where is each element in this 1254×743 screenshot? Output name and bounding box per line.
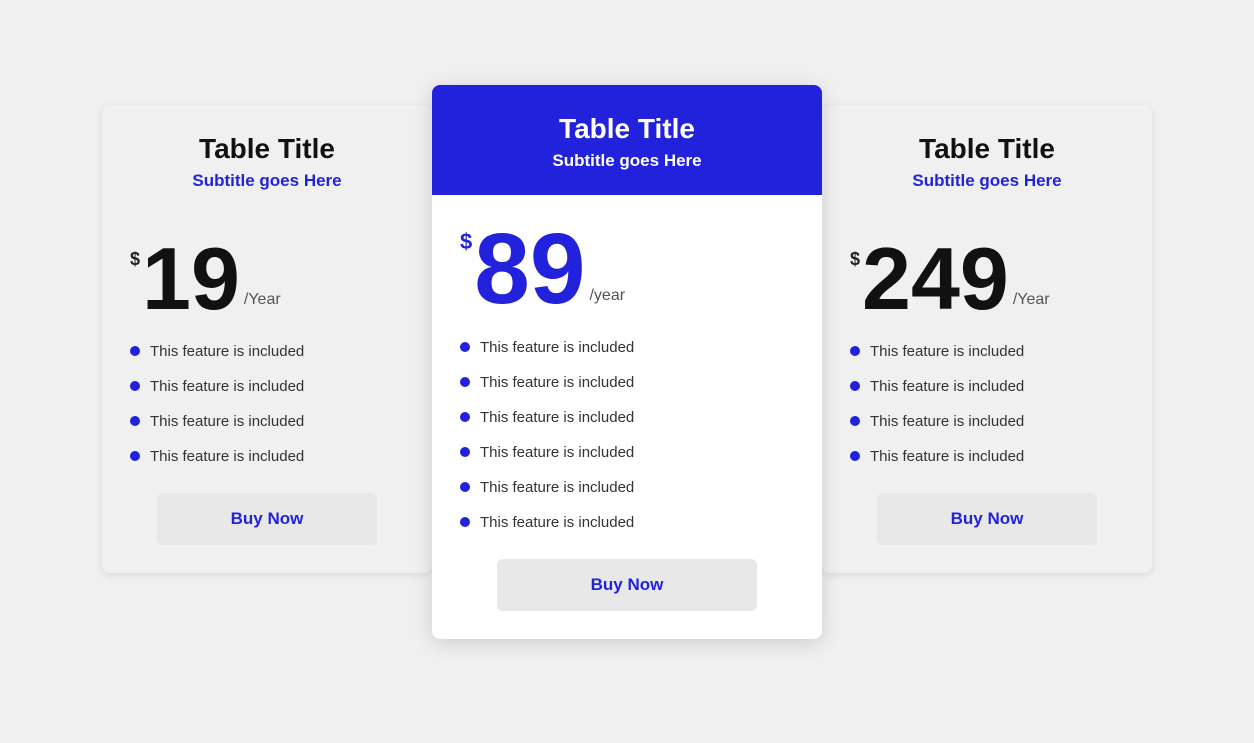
buy-button-enterprise[interactable]: Buy Now	[877, 493, 1097, 545]
card-body-basic: $19/YearThis feature is includedThis fea…	[102, 211, 432, 573]
card-header-featured: Table Title Subtitle goes Here	[432, 85, 822, 195]
pricing-card-featured: Table Title Subtitle goes Here $89/year Thi…	[432, 85, 822, 639]
list-item: This feature is included	[850, 378, 1124, 395]
card-body-enterprise: $249/YearThis feature is includedThis fe…	[822, 211, 1152, 573]
price-period-basic: /Year	[244, 291, 281, 309]
price-section-featured: $89/year	[460, 219, 794, 319]
currency-symbol-featured: $	[460, 229, 472, 255]
buy-button-featured[interactable]: Buy Now	[497, 559, 757, 611]
feature-dot-icon	[850, 451, 860, 461]
feature-text: This feature is included	[480, 339, 634, 356]
list-item: This feature is included	[130, 413, 404, 430]
list-item: This feature is included	[850, 413, 1124, 430]
list-item: This feature is included	[850, 343, 1124, 360]
card-subtitle-featured: Subtitle goes Here	[452, 151, 802, 171]
price-section-basic: $19/Year	[130, 235, 404, 323]
currency-symbol-enterprise: $	[850, 249, 860, 270]
feature-text: This feature is included	[870, 448, 1024, 465]
pricing-card-enterprise: Table Title Subtitle goes Here $249/Year Th…	[822, 105, 1152, 573]
feature-dot-icon	[460, 377, 470, 387]
card-body-featured: $89/yearThis feature is includedThis fea…	[432, 195, 822, 639]
list-item: This feature is included	[460, 514, 794, 531]
feature-text: This feature is included	[480, 479, 634, 496]
list-item: This feature is included	[460, 339, 794, 356]
buy-button-basic[interactable]: Buy Now	[157, 493, 377, 545]
price-period-featured: /year	[589, 287, 625, 305]
feature-text: This feature is included	[870, 413, 1024, 430]
features-list-enterprise: This feature is included This feature is …	[850, 343, 1124, 465]
price-section-enterprise: $249/Year	[850, 235, 1124, 323]
feature-dot-icon	[130, 451, 140, 461]
feature-text: This feature is included	[150, 378, 304, 395]
price-period-enterprise: /Year	[1013, 291, 1050, 309]
feature-dot-icon	[130, 346, 140, 356]
feature-text: This feature is included	[870, 343, 1024, 360]
feature-text: This feature is included	[150, 448, 304, 465]
feature-dot-icon	[460, 517, 470, 527]
list-item: This feature is included	[850, 448, 1124, 465]
list-item: This feature is included	[130, 448, 404, 465]
list-item: This feature is included	[130, 343, 404, 360]
price-amount-basic: 19	[142, 235, 240, 323]
currency-symbol-basic: $	[130, 249, 140, 270]
feature-text: This feature is included	[480, 514, 634, 531]
feature-dot-icon	[850, 346, 860, 356]
card-subtitle-basic: Subtitle goes Here	[122, 171, 412, 191]
feature-text: This feature is included	[480, 444, 634, 461]
card-title-featured: Table Title	[452, 113, 802, 145]
list-item: This feature is included	[460, 409, 794, 426]
card-subtitle-enterprise: Subtitle goes Here	[842, 171, 1132, 191]
card-header-basic: Table Title Subtitle goes Here	[102, 105, 432, 211]
card-title-basic: Table Title	[122, 133, 412, 165]
feature-text: This feature is included	[870, 378, 1024, 395]
features-list-featured: This feature is included This feature is …	[460, 339, 794, 531]
list-item: This feature is included	[460, 479, 794, 496]
feature-dot-icon	[130, 416, 140, 426]
price-amount-enterprise: 249	[862, 235, 1009, 323]
list-item: This feature is included	[460, 444, 794, 461]
feature-dot-icon	[460, 342, 470, 352]
list-item: This feature is included	[460, 374, 794, 391]
features-list-basic: This feature is included This feature is …	[130, 343, 404, 465]
feature-text: This feature is included	[150, 343, 304, 360]
feature-dot-icon	[460, 447, 470, 457]
pricing-card-basic: Table Title Subtitle goes Here $19/Year Thi…	[102, 105, 432, 573]
card-header-enterprise: Table Title Subtitle goes Here	[822, 105, 1152, 211]
feature-text: This feature is included	[480, 409, 634, 426]
feature-dot-icon	[850, 381, 860, 391]
feature-dot-icon	[850, 416, 860, 426]
feature-dot-icon	[460, 482, 470, 492]
feature-text: This feature is included	[480, 374, 634, 391]
pricing-container: Table Title Subtitle goes Here $19/Year Thi…	[0, 75, 1254, 669]
card-title-enterprise: Table Title	[842, 133, 1132, 165]
feature-text: This feature is included	[150, 413, 304, 430]
feature-dot-icon	[460, 412, 470, 422]
price-amount-featured: 89	[474, 219, 585, 319]
list-item: This feature is included	[130, 378, 404, 395]
feature-dot-icon	[130, 381, 140, 391]
